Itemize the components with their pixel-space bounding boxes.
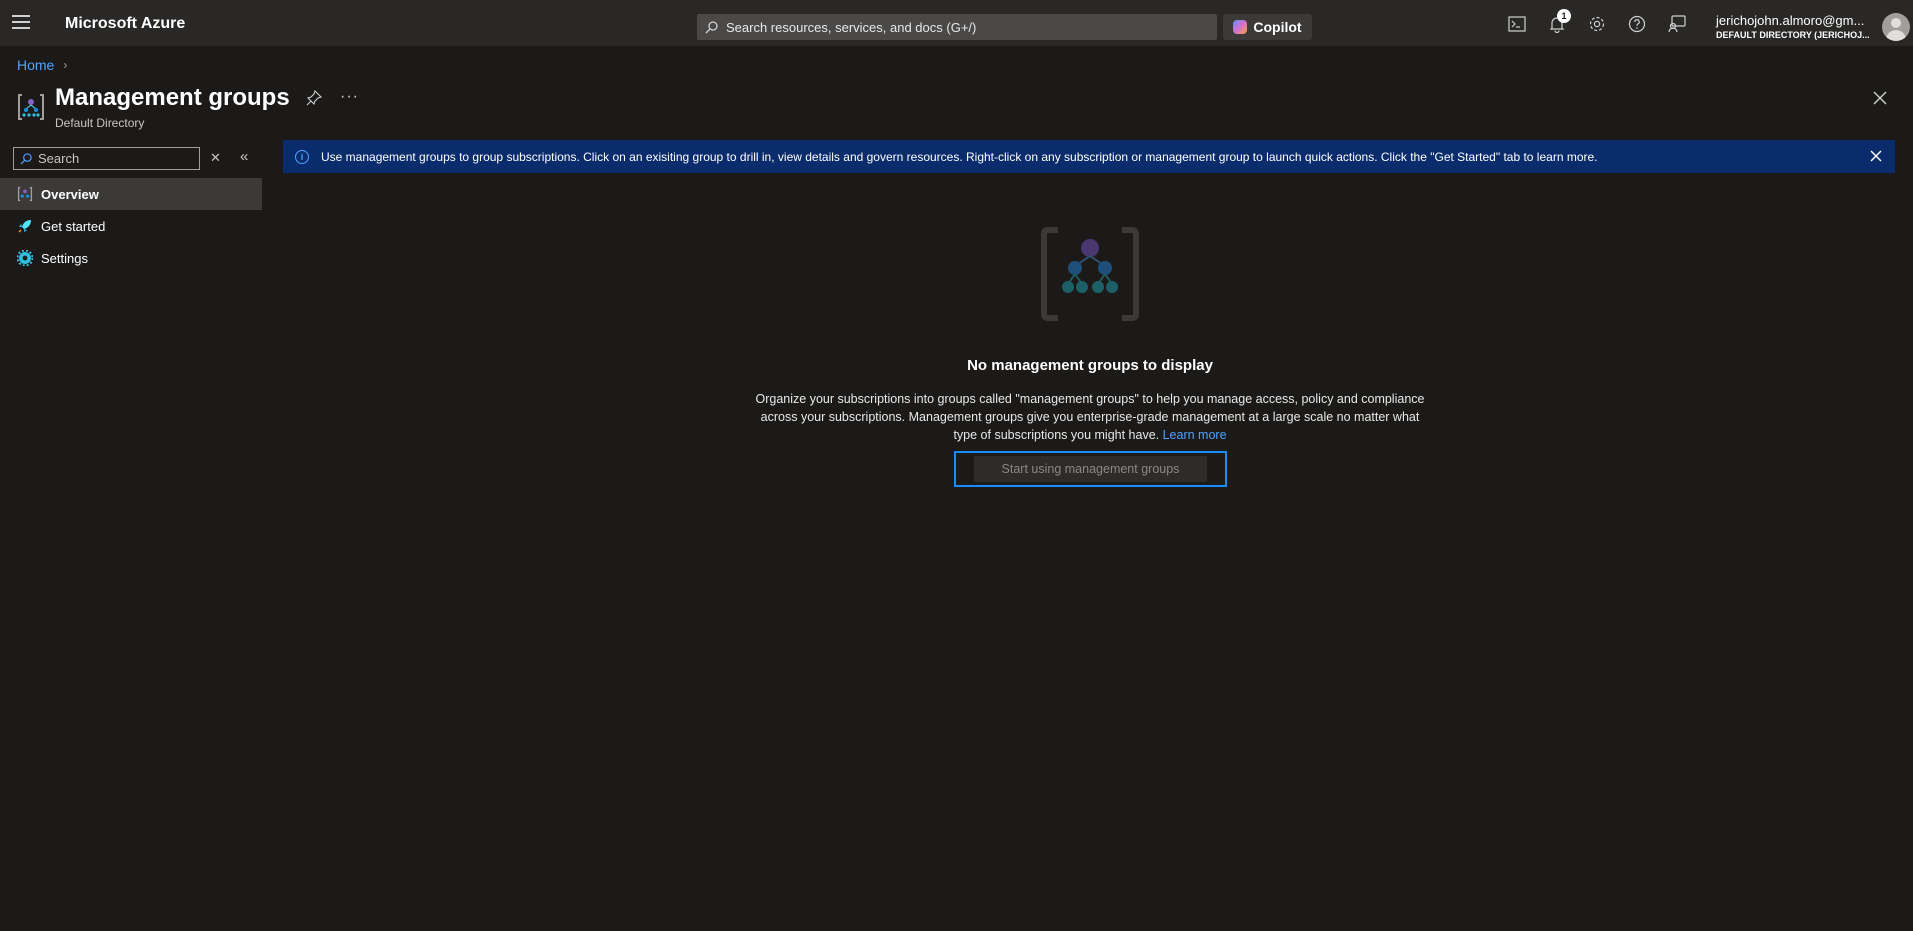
gear-icon [17, 250, 33, 266]
breadcrumb: Home › [17, 57, 67, 73]
user-email: jerichojohn.almoro@gm... [1716, 13, 1865, 28]
sidebar-item-label: Overview [41, 186, 99, 202]
start-button-focus-ring: Start using management groups [954, 451, 1227, 487]
brand-title[interactable]: Microsoft Azure [65, 15, 185, 33]
chevron-right-icon: › [63, 58, 68, 72]
nav-search-placeholder: Search [38, 151, 80, 166]
breadcrumb-home-link[interactable]: Home [17, 57, 54, 73]
start-using-management-groups-button[interactable]: Start using management groups [974, 456, 1207, 482]
user-directory: DEFAULT DIRECTORY (JERICHOJ... [1716, 30, 1870, 40]
close-icon[interactable] [1869, 149, 1883, 163]
empty-state-text: Organize your subscriptions into groups … [755, 392, 1425, 442]
copilot-label: Copilot [1253, 19, 1302, 35]
info-icon: i [295, 149, 309, 164]
help-icon[interactable] [1627, 14, 1647, 34]
global-search-placeholder: Search resources, services, and docs (G+… [726, 19, 977, 35]
copilot-button[interactable]: Copilot [1223, 14, 1312, 40]
account-menu[interactable]: jerichojohn.almoro@gm... DEFAULT DIRECTO… [1716, 13, 1870, 40]
sidebar-item-label: Settings [41, 250, 88, 266]
top-bar: Microsoft Azure Search resources, servic… [0, 0, 1913, 46]
rocket-icon [18, 220, 31, 233]
notifications-icon[interactable]: 1 [1547, 9, 1571, 34]
page-subtitle: Default Directory [55, 116, 145, 130]
info-banner-text: Use management groups to group subscript… [321, 149, 1598, 164]
hamburger-menu-icon[interactable] [12, 15, 30, 31]
management-groups-icon [18, 94, 44, 120]
collapse-sidebar-icon[interactable]: « [240, 148, 248, 165]
avatar[interactable] [1882, 13, 1910, 41]
notification-count-badge: 1 [1557, 9, 1571, 23]
nav-search-input[interactable]: Search [13, 147, 200, 170]
management-groups-icon [17, 186, 33, 202]
empty-state-title: No management groups to display [967, 357, 1213, 374]
management-groups-empty-icon [1041, 227, 1139, 321]
page-title: Management groups [55, 84, 290, 111]
cloud-shell-icon[interactable] [1507, 14, 1527, 34]
copilot-logo-icon [1233, 20, 1248, 34]
global-search-input[interactable]: Search resources, services, and docs (G+… [697, 14, 1217, 40]
search-icon [705, 20, 718, 33]
close-icon[interactable] [1872, 90, 1888, 106]
feedback-icon[interactable] [1667, 14, 1687, 34]
empty-state-description: Organize your subscriptions into groups … [750, 390, 1430, 444]
sidebar-item-get-started[interactable]: Get started [0, 210, 262, 242]
search-icon [20, 152, 32, 165]
settings-gear-icon[interactable] [1587, 14, 1607, 34]
sidebar-item-overview[interactable]: Overview [0, 178, 262, 210]
clear-search-icon[interactable]: ✕ [210, 150, 221, 166]
pin-icon[interactable] [306, 90, 322, 106]
info-banner: i Use management groups to group subscri… [283, 140, 1895, 173]
more-options-icon[interactable]: ··· [340, 88, 359, 106]
learn-more-link[interactable]: Learn more [1163, 428, 1227, 442]
sidebar-item-settings[interactable]: Settings [0, 242, 262, 274]
sidebar-item-label: Get started [41, 218, 106, 234]
